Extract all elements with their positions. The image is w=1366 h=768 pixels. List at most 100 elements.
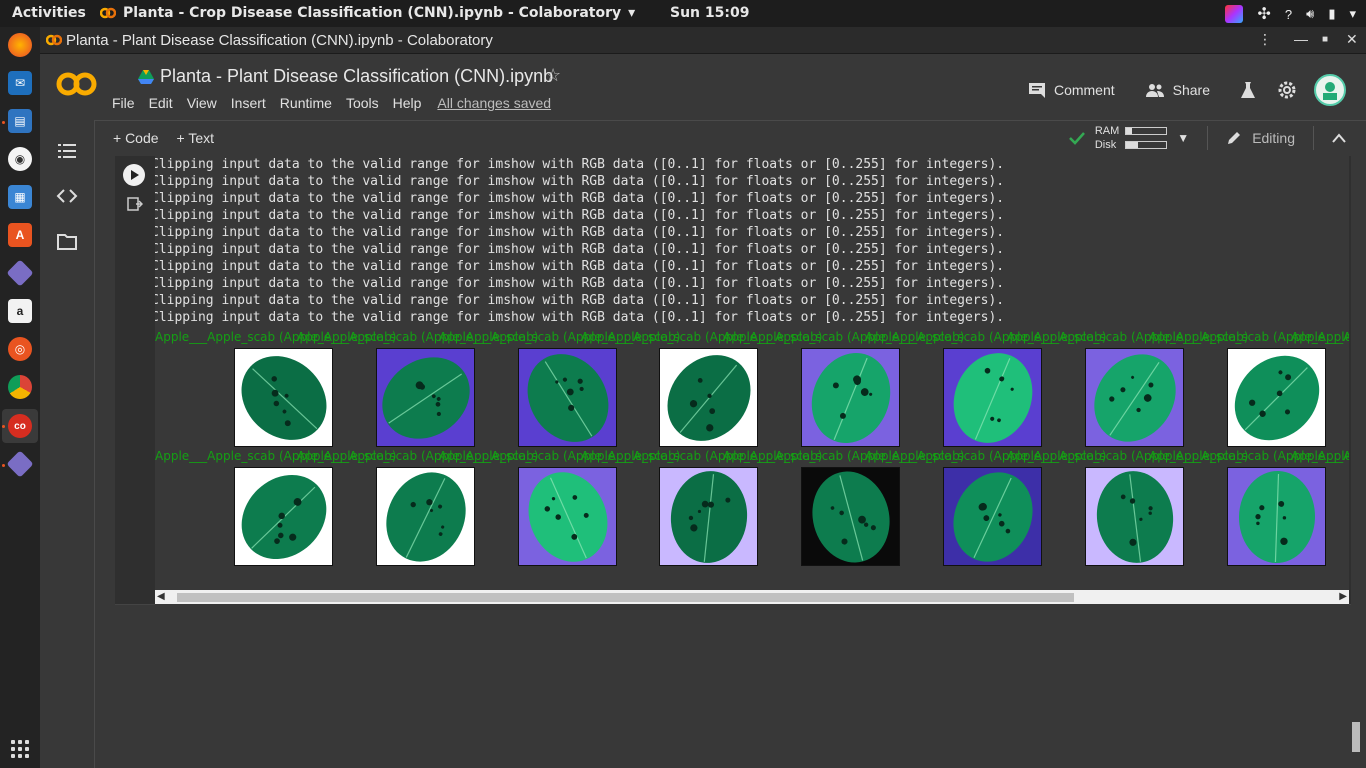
menu-file[interactable]: File bbox=[112, 95, 135, 111]
writer-icon[interactable]: ▦ bbox=[8, 185, 32, 209]
image-grid-row: Apple___Apple_scab (Apple_Apple_scab) App… bbox=[155, 330, 1349, 448]
scrollbar-thumb[interactable] bbox=[177, 593, 1074, 602]
editing-mode[interactable]: Editing bbox=[1252, 130, 1295, 146]
files-icon[interactable]: ▤ bbox=[8, 109, 32, 133]
comment-button[interactable]: Comment bbox=[1028, 82, 1115, 98]
google-drive-icon bbox=[138, 69, 154, 84]
scroll-left-icon[interactable]: ◀ bbox=[157, 591, 165, 602]
app-icon[interactable] bbox=[6, 450, 34, 478]
pencil-icon bbox=[1228, 132, 1241, 144]
save-status[interactable]: All changes saved bbox=[437, 95, 551, 111]
chrome-icon[interactable] bbox=[8, 375, 32, 399]
battery-icon[interactable]: ▮ bbox=[1328, 6, 1335, 22]
resource-monitor[interactable]: RAM Disk bbox=[1094, 125, 1168, 151]
menu-insert[interactable]: Insert bbox=[231, 95, 266, 111]
comment-label: Comment bbox=[1053, 82, 1115, 98]
system-top-bar: Activities Planta - Crop Disease Classif… bbox=[0, 0, 1366, 27]
log-line: Clipping input data to the valid range f… bbox=[155, 191, 1005, 206]
leaf-thumbnail bbox=[1227, 467, 1326, 566]
rhythmbox-icon[interactable]: ◉ bbox=[8, 147, 32, 171]
maximize-icon[interactable]: ■ bbox=[1322, 34, 1328, 45]
code-snippets-icon[interactable] bbox=[56, 185, 78, 207]
log-line: Clipping input data to the valid range f… bbox=[155, 208, 1005, 223]
system-tray: ✣ ? 🔊︎ ▮ ▾ bbox=[1225, 4, 1356, 24]
disk-bar bbox=[1125, 141, 1168, 149]
colab-icon bbox=[46, 34, 62, 46]
play-icon bbox=[131, 170, 139, 180]
desktop: { "system_bar": { "activities": "Activit… bbox=[0, 0, 1366, 768]
divider bbox=[1207, 126, 1209, 150]
scroll-right-icon[interactable]: ▶ bbox=[1339, 591, 1347, 602]
star-icon[interactable]: ☆ bbox=[545, 65, 561, 86]
amazon-icon[interactable]: a bbox=[8, 299, 32, 323]
app-menu[interactable]: Planta - Crop Disease Classification (CN… bbox=[100, 5, 635, 21]
gear-icon[interactable] bbox=[1278, 81, 1296, 99]
leaf-thumbnail bbox=[234, 467, 333, 566]
colab-header: Planta - Plant Disease Classification (C… bbox=[40, 54, 1366, 120]
show-applications-icon[interactable] bbox=[11, 740, 29, 758]
ubuntu-icon[interactable]: ◎ bbox=[8, 337, 32, 361]
log-line: Clipping input data to the valid range f… bbox=[155, 242, 1005, 257]
chevron-down-icon: ▾ bbox=[628, 5, 636, 21]
activities-button[interactable]: Activities bbox=[12, 5, 86, 21]
image-label: Apple___Apple_scab (Apple_Apple_scab) bbox=[1291, 449, 1349, 463]
ram-bar bbox=[1125, 127, 1168, 135]
run-cell-button[interactable] bbox=[123, 164, 145, 186]
table-of-contents-icon[interactable] bbox=[56, 140, 78, 162]
share-button[interactable]: Share bbox=[1145, 82, 1210, 98]
log-line: Clipping input data to the valid range f… bbox=[155, 174, 1005, 189]
log-line: Clipping input data to the valid range f… bbox=[155, 310, 1005, 325]
minimize-icon[interactable]: — bbox=[1294, 31, 1308, 47]
header-actions: Comment Share bbox=[1028, 74, 1346, 106]
chevron-up-icon[interactable] bbox=[1332, 133, 1346, 143]
notebook-title-text: Planta - Plant Disease Classification (C… bbox=[160, 66, 554, 86]
horizontal-scrollbar[interactable]: ◀ ▶ bbox=[155, 590, 1349, 604]
help-icon[interactable]: ? bbox=[1285, 7, 1292, 22]
volume-icon[interactable]: 🔊︎ bbox=[1306, 6, 1314, 22]
add-code-button[interactable]: + Code bbox=[113, 130, 159, 146]
output-redirect-icon[interactable] bbox=[127, 196, 143, 212]
menu-tools[interactable]: Tools bbox=[346, 95, 379, 111]
app-indicator-icon[interactable] bbox=[1225, 5, 1244, 23]
add-text-button[interactable]: + Text bbox=[177, 130, 215, 146]
menu-runtime[interactable]: Runtime bbox=[280, 95, 332, 111]
colab-logo[interactable] bbox=[56, 71, 98, 97]
image-label: Apple___Apple_scab (Apple_Apple_scab) bbox=[1291, 330, 1349, 344]
slack-icon[interactable]: ✣ bbox=[1257, 4, 1270, 24]
menu-view[interactable]: View bbox=[187, 95, 217, 111]
leaf-thumbnail bbox=[801, 348, 900, 447]
menu-edit[interactable]: Edit bbox=[149, 95, 173, 111]
ram-label: RAM bbox=[1094, 125, 1120, 137]
colab-icon bbox=[100, 7, 116, 19]
code-cell[interactable]: Clipping input data to the valid range f… bbox=[115, 156, 1351, 605]
log-line: Clipping input data to the valid range f… bbox=[155, 293, 1005, 308]
labs-flask-icon[interactable] bbox=[1240, 81, 1256, 99]
software-icon[interactable]: A bbox=[8, 223, 32, 247]
firefox-icon[interactable] bbox=[8, 33, 32, 57]
leaf-thumbnail bbox=[659, 467, 758, 566]
app-icon[interactable] bbox=[6, 259, 34, 287]
label-strip: Apple___Apple_scab (Apple_Apple_scab) App… bbox=[155, 449, 1349, 463]
leaf-thumbnail bbox=[801, 467, 900, 566]
checkmark-icon bbox=[1068, 132, 1085, 145]
close-icon[interactable]: ✕ bbox=[1346, 31, 1358, 48]
share-people-icon bbox=[1145, 84, 1164, 97]
chevron-down-icon[interactable]: ▾ bbox=[1349, 6, 1356, 22]
vertical-scrollbar-thumb[interactable] bbox=[1352, 722, 1360, 752]
avatar[interactable] bbox=[1314, 74, 1346, 106]
leaf-thumbnail bbox=[659, 348, 758, 447]
clock[interactable]: Sun 15:09 bbox=[670, 5, 749, 21]
thunderbird-icon[interactable]: ✉ bbox=[8, 71, 32, 95]
leaf-thumbnail bbox=[1227, 348, 1326, 447]
user-icon bbox=[1323, 82, 1337, 100]
kebab-menu-icon[interactable]: ⋮ bbox=[1258, 31, 1272, 48]
notebook-title[interactable]: Planta - Plant Disease Classification (C… bbox=[138, 66, 553, 87]
window-title: Planta - Plant Disease Classification (C… bbox=[66, 32, 493, 49]
colab-icon[interactable]: co bbox=[8, 414, 32, 438]
notebook-area: Clipping input data to the valid range f… bbox=[95, 156, 1366, 768]
menu-bar: File Edit View Insert Runtime Tools Help… bbox=[112, 95, 565, 111]
folder-icon[interactable] bbox=[56, 230, 78, 252]
chevron-down-icon[interactable]: ▼ bbox=[1177, 131, 1189, 145]
menu-help[interactable]: Help bbox=[393, 95, 422, 111]
leaf-thumbnail bbox=[943, 348, 1042, 447]
